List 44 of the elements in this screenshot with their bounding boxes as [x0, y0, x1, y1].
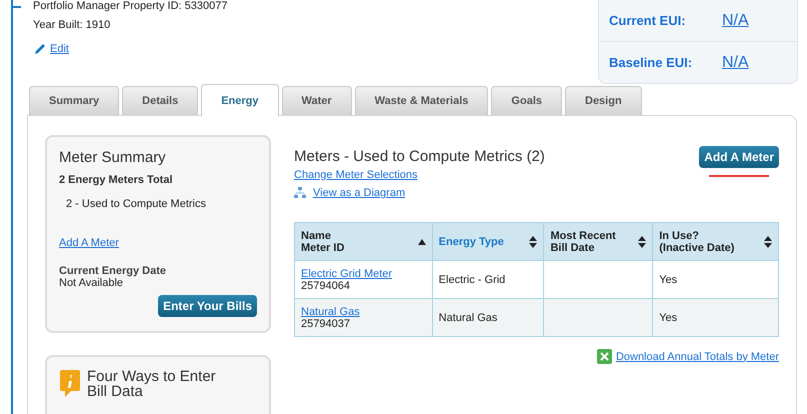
download-link[interactable]: Download Annual Totals by Meter — [616, 350, 779, 362]
meter-id: 25794037 — [301, 318, 350, 330]
add-meter-link[interactable]: Add A Meter — [59, 237, 119, 249]
enter-bills-button[interactable]: Enter Your Bills — [158, 295, 257, 317]
diagram-icon — [294, 187, 306, 199]
underline-mark — [709, 175, 770, 177]
table-cell: Yes — [659, 274, 678, 286]
meter-used-count: 2 - Used to Compute Metrics — [66, 198, 207, 210]
column-header[interactable]: Most Recent Bill Date — [544, 222, 653, 260]
tab[interactable]: Summary — [29, 86, 120, 115]
eui-value-link[interactable]: N/A — [722, 12, 749, 30]
property-id: Portfolio Manager Property ID: 5330077 — [33, 0, 228, 12]
meter-total: 2 Energy Meters Total — [59, 174, 174, 186]
tab[interactable]: Goals — [491, 86, 562, 115]
edit-link[interactable]: Edit — [50, 43, 69, 55]
column-header[interactable]: In Use? (Inactive Date) — [652, 222, 778, 260]
eui-value-link[interactable]: N/A — [722, 54, 749, 72]
tab[interactable]: Details — [122, 86, 198, 115]
tab[interactable]: Water — [282, 86, 352, 115]
tab[interactable]: Energy — [201, 84, 279, 116]
eui-label: Current EUI: — [609, 13, 687, 28]
energy-date-label: Current Energy Date — [59, 265, 167, 277]
energy-date-value: Not Available — [59, 277, 124, 289]
meter-name-link[interactable]: Natural Gas — [301, 306, 360, 318]
info-icon — [59, 369, 81, 399]
card-title: Meter Summary — [59, 149, 167, 166]
column-header[interactable]: Name Meter ID — [294, 222, 432, 260]
section-title: Meters - Used to Compute Metrics (2) — [294, 148, 545, 165]
tab[interactable]: Design — [565, 86, 642, 115]
pencil-icon — [33, 42, 47, 56]
diagram-link[interactable]: View as a Diagram — [313, 187, 406, 199]
meter-name-link[interactable]: Electric Grid Meter — [301, 268, 392, 280]
table-cell: Yes — [659, 312, 678, 324]
spreadsheet-icon — [596, 349, 612, 364]
meter-id: 25794064 — [301, 280, 350, 292]
add-meter-button[interactable]: Add A Meter — [699, 146, 779, 168]
table-cell: Natural Gas — [438, 312, 498, 324]
card-title: Four Ways to Enter Bill Data — [87, 369, 217, 399]
table-cell: Electric - Grid — [438, 274, 506, 286]
year-built: Year Built: 1910 — [33, 19, 112, 31]
column-header[interactable]: Energy Type — [432, 222, 544, 260]
eui-label: Baseline EUI: — [609, 55, 694, 70]
tab[interactable]: Waste & Materials — [354, 86, 488, 115]
change-selections-link[interactable]: Change Meter Selections — [294, 169, 418, 181]
